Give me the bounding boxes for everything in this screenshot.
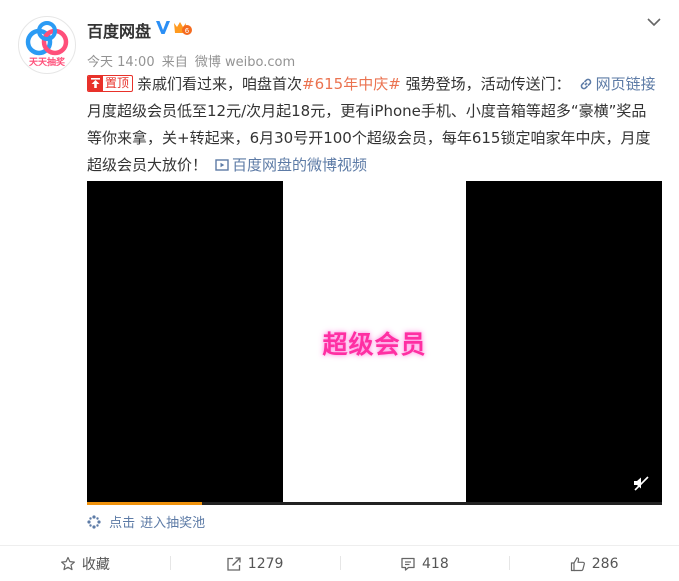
pinned-badge: 置顶: [87, 74, 134, 92]
star-icon: [60, 556, 75, 570]
video-link[interactable]: 百度网盘的微博视频: [207, 156, 367, 174]
like-button[interactable]: 286: [509, 546, 679, 581]
post-source-link[interactable]: 微博 weibo.com: [195, 55, 295, 70]
link-icon: [580, 78, 591, 90]
comment-count: 418: [422, 555, 449, 572]
verified-icon: [156, 21, 170, 34]
pin-arrow-icon: [88, 75, 103, 91]
avatar[interactable]: 天天抽奖: [18, 16, 76, 74]
video-progress-bar[interactable]: [87, 502, 662, 505]
video-link-label: 百度网盘的微博视频: [232, 156, 368, 174]
video-progress-fill: [87, 502, 202, 505]
lottery-entry[interactable]: 点击 进入抽奖池: [87, 512, 210, 531]
post-meta: 今天 14:00 来自 微博 weibo.com: [87, 51, 298, 70]
svg-text:6: 6: [185, 27, 190, 35]
comment-button[interactable]: 418: [339, 546, 510, 581]
like-count: 286: [591, 555, 619, 572]
video-icon: [215, 159, 229, 171]
post-text: 置顶 亲戚们看过来，咱盘首次#615年中庆# 强势登场，活动传送门： 网页链接 月…: [87, 71, 659, 179]
mute-icon[interactable]: [632, 474, 650, 492]
post-time[interactable]: 今天 14:00: [87, 55, 155, 70]
avatar-text: 天天抽奖: [29, 56, 66, 68]
repost-icon: [227, 556, 241, 571]
web-link-label: 网页链接: [595, 75, 656, 93]
action-bar: 收藏 1279 418 286: [0, 545, 679, 581]
topic-link[interactable]: #615年中庆#: [302, 75, 401, 93]
username[interactable]: 百度网盘: [87, 18, 151, 42]
favorite-label: 收藏: [81, 556, 110, 573]
favorite-button[interactable]: 收藏: [0, 546, 170, 581]
lottery-pool-label: 进入抽奖池: [140, 516, 206, 531]
post-from-label: 来自: [161, 55, 188, 70]
pinned-label: 置顶: [105, 75, 130, 90]
video-frame: 超级会员: [283, 181, 466, 505]
web-link[interactable]: 网页链接: [571, 75, 656, 93]
repost-button[interactable]: 1279: [169, 546, 340, 581]
post-text-part-1: 亲戚们看过来，咱盘首次: [137, 75, 303, 93]
post-text-part-2: 强势登场，活动传送门：: [400, 75, 571, 93]
comment-icon: [401, 557, 415, 571]
thumbs-up-icon: [570, 556, 585, 571]
repost-count: 1279: [247, 555, 284, 572]
chevron-down-icon[interactable]: [645, 13, 663, 31]
post-text-part-3: 月度超级会员低至12元/次月起18元，更有iPhone手机、小度音箱等超多“豪横…: [87, 102, 651, 174]
video-caption: 超级会员: [322, 330, 427, 359]
vip-level-badge[interactable]: 6: [172, 20, 192, 36]
lottery-click-label: 点击: [109, 516, 136, 531]
video-player[interactable]: 超级会员: [87, 181, 662, 505]
lottery-icon: [87, 515, 101, 529]
